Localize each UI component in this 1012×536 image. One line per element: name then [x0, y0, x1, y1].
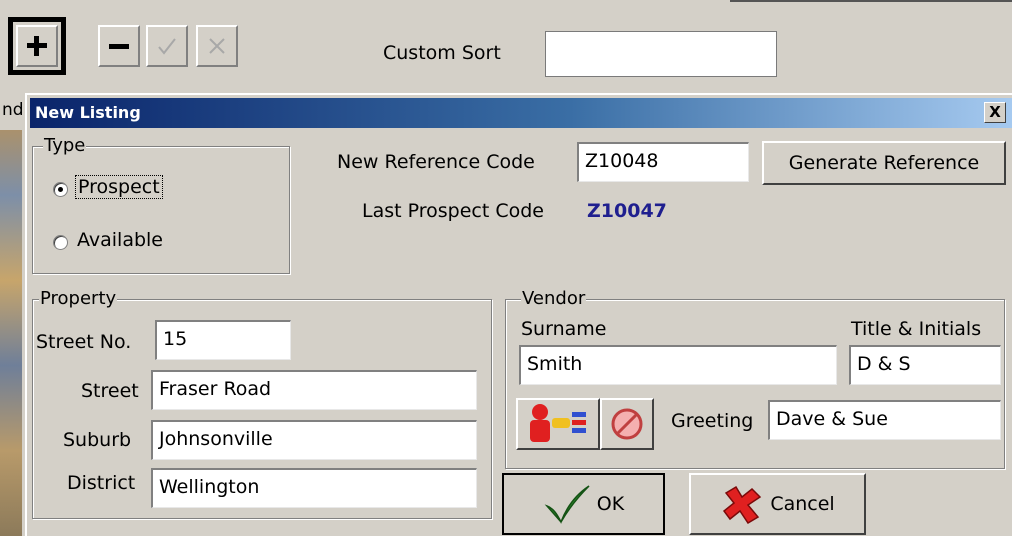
prospect-radio[interactable] — [53, 182, 68, 197]
district-input[interactable]: Wellington — [151, 468, 477, 508]
surname-label: Surname — [521, 318, 607, 340]
new-reference-label: New Reference Code — [337, 151, 535, 173]
suburb-label: Suburb — [63, 429, 132, 451]
plus-icon — [27, 36, 47, 56]
x-icon — [209, 38, 225, 54]
add-button[interactable] — [8, 17, 66, 75]
confirm-button-disabled[interactable] — [146, 25, 188, 67]
generate-reference-button[interactable]: Generate Reference — [762, 141, 1006, 185]
title-initials-label: Title & Initials — [851, 318, 982, 340]
dialog-title: New Listing — [35, 103, 141, 122]
street-no-label: Street No. — [36, 331, 132, 353]
new-listing-dialog: New Listing X Type Prospect Available Ne… — [25, 93, 1012, 536]
available-radio[interactable] — [53, 235, 68, 250]
cancel-label: Cancel — [770, 493, 835, 515]
street-input[interactable]: Fraser Road — [151, 370, 477, 410]
new-reference-input[interactable]: Z10048 — [577, 142, 749, 182]
street-no-input[interactable]: 15 — [155, 320, 291, 360]
close-button[interactable]: X — [984, 102, 1006, 123]
vendor-legend: Vendor — [521, 288, 587, 309]
cancel-edit-button-disabled[interactable] — [196, 25, 238, 67]
clear-vendor-button[interactable] — [600, 398, 654, 450]
custom-sort-label: Custom Sort — [383, 42, 501, 64]
background-label-fragment: nd — [0, 100, 24, 130]
last-prospect-label: Last Prospect Code — [362, 200, 544, 222]
surname-input[interactable]: Smith — [519, 345, 837, 385]
background-window-edge — [730, 0, 1012, 8]
available-label[interactable]: Available — [77, 229, 163, 251]
close-icon: X — [989, 103, 1001, 121]
background-image-strip — [0, 110, 22, 536]
title-initials-input[interactable]: D & S — [849, 345, 1001, 385]
red-x-icon — [723, 485, 762, 525]
property-group: Property Street No. 15 Street Fraser Roa… — [32, 290, 492, 519]
checkmark-icon — [544, 485, 590, 524]
type-legend: Type — [43, 135, 87, 156]
suburb-input[interactable]: Johnsonville — [151, 420, 477, 460]
street-label: Street — [81, 380, 139, 402]
check-icon — [158, 38, 176, 55]
district-label: District — [67, 472, 136, 494]
property-legend: Property — [39, 288, 118, 309]
cancel-button[interactable]: Cancel — [689, 473, 866, 535]
custom-sort-input[interactable] — [545, 31, 777, 77]
greeting-input[interactable]: Dave & Sue — [768, 400, 1001, 440]
last-prospect-value: Z10047 — [587, 200, 667, 222]
contact-lookup-button[interactable] — [516, 398, 600, 450]
vendor-group: Vendor Surname Title & Initials Smith D … — [505, 290, 1005, 469]
type-group: Type Prospect Available — [32, 137, 290, 274]
no-entry-icon — [611, 408, 643, 440]
prospect-label[interactable]: Prospect — [75, 175, 163, 199]
minus-icon — [109, 43, 129, 49]
remove-button[interactable] — [98, 25, 140, 67]
ok-button[interactable]: OK — [502, 473, 665, 535]
greeting-label: Greeting — [671, 410, 754, 432]
generate-reference-label: Generate Reference — [788, 152, 980, 174]
ok-label: OK — [596, 493, 625, 515]
dialog-titlebar[interactable]: New Listing X — [30, 98, 1012, 128]
contact-lookup-icon — [530, 404, 586, 442]
